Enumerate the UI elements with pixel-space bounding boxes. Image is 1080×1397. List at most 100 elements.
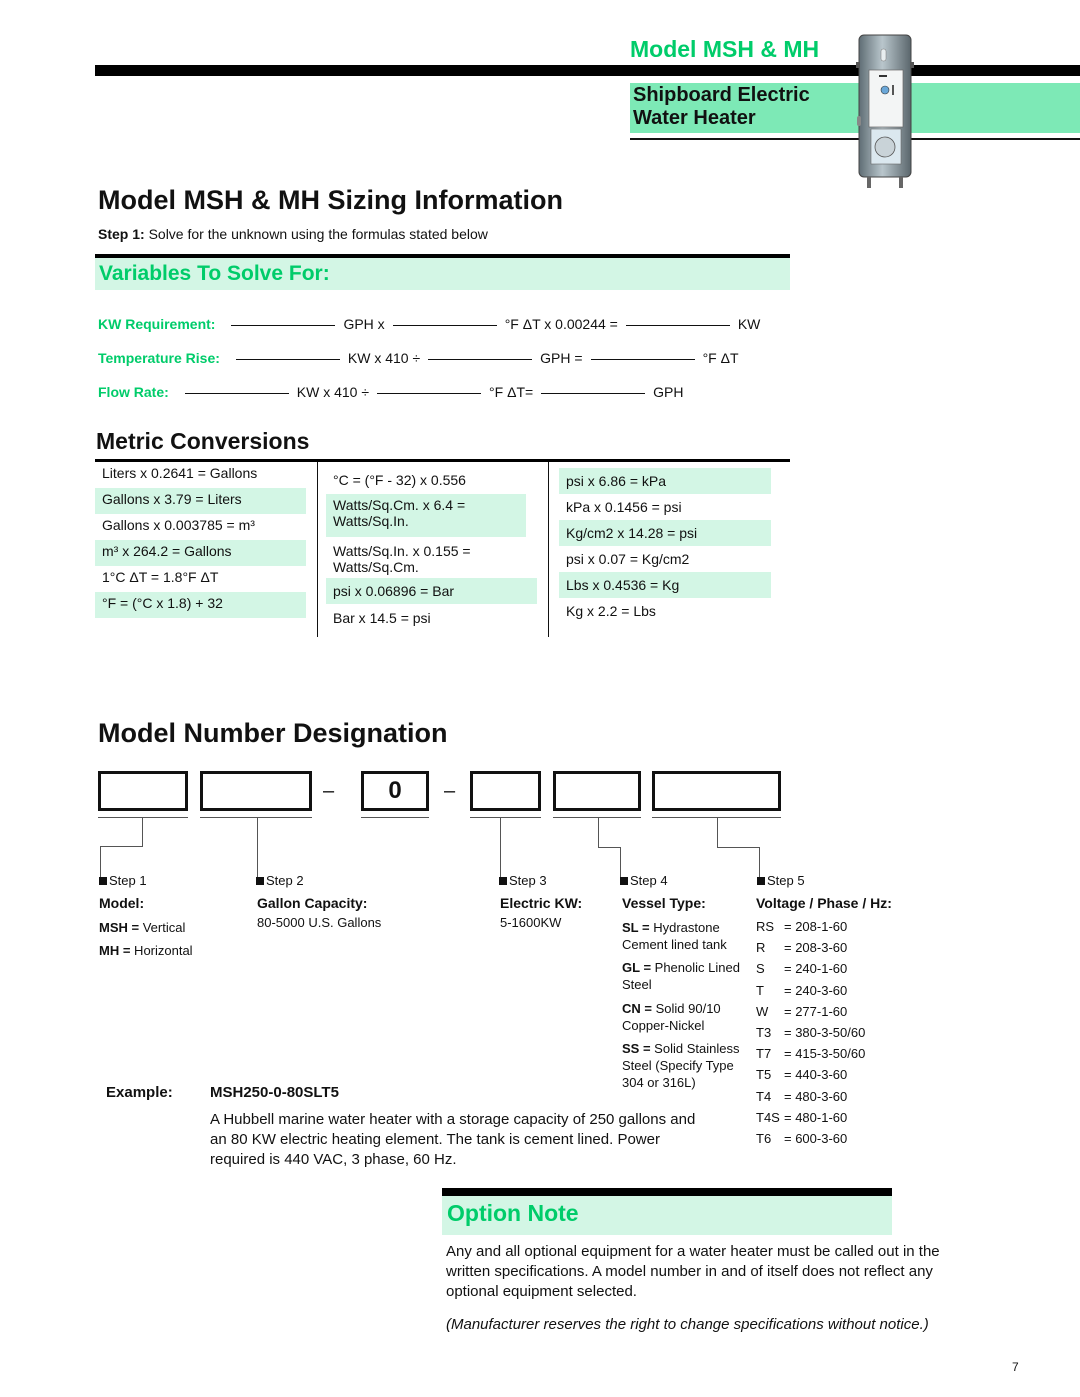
option-code: SS [622, 1041, 640, 1056]
subtitle-line-2: Water Heater [633, 107, 756, 129]
connector-line [142, 818, 143, 846]
model-box-step5[interactable] [652, 771, 781, 811]
option-desc: Vertical [139, 920, 186, 935]
step-text: Step 2 [266, 873, 304, 888]
voltage-heading: Voltage / Phase / Hz: [756, 895, 892, 911]
option-code: MSH [99, 920, 128, 935]
option-desc: Horizontal [130, 943, 193, 958]
subtitle-line-1: Shipboard Electric [633, 84, 810, 106]
voltage-value: = 480-1-60 [784, 1109, 848, 1125]
metric-conversions-title: Metric Conversions [96, 428, 310, 454]
conversion-row: Liters x 0.2641 = Gallons [102, 465, 258, 481]
voltage-value: = 240-1-60 [784, 961, 848, 977]
voltage-option: R = 208-3-60 [756, 940, 847, 955]
step1-text: Solve for the unknown using the formulas… [144, 226, 488, 242]
voltage-code: T3 [756, 1025, 772, 1040]
model-box-fixed-zero: 0 [361, 771, 429, 811]
conversion-row: Watts/Sq.Cm. x 6.4 = Watts/Sq.In. [326, 494, 526, 537]
voltage-option: RS = 208-1-60 [756, 919, 847, 934]
step-text: Step 5 [767, 873, 805, 888]
voltage-option: S = 240-1-60 [756, 961, 847, 976]
electric-range: 5-1600KW [500, 915, 562, 930]
conversion-row: kPa x 0.1456 = psi [566, 499, 682, 515]
option-code: GL [622, 960, 640, 975]
voltage-option: T5 = 440-3-60 [756, 1067, 847, 1082]
formula-kw-requirement: KW Requirement: GPH x °F ΔT x 0.00244 = … [98, 316, 760, 332]
formula-text: GPH x [343, 316, 385, 332]
formula-text: °F ΔT x 0.00244 = [504, 316, 618, 332]
model-box-step4[interactable] [553, 771, 641, 811]
conversion-row: °F = (°C x 1.8) + 32 [95, 592, 306, 618]
metric-column-3: psi x 6.86 = kPa kPa x 0.1456 = psi Kg/c… [548, 462, 791, 637]
formula-text: °F ΔT= [489, 384, 534, 400]
example-label: Example: [106, 1084, 173, 1101]
model-box-step3[interactable] [470, 771, 541, 811]
formula-label: KW Requirement: [98, 316, 216, 332]
model-heading: Model: [99, 895, 145, 911]
voltage-option: T7 = 415-3-50/60 [756, 1046, 865, 1061]
vessel-option-ss: SS = Solid Stainless Steel (Specify Type 3… [622, 1041, 740, 1090]
conversion-row: psi x 0.07 = Kg/cm2 [566, 551, 690, 567]
option-desc: 304 or 316L) [622, 1075, 696, 1090]
conversion-row: Gallons x 3.79 = Liters [95, 488, 306, 514]
square-bullet-icon [757, 877, 765, 885]
square-bullet-icon [499, 877, 507, 885]
formula-text: KW x 410 ÷ [347, 350, 421, 366]
conversion-row: psi x 6.86 = kPa [559, 468, 771, 494]
voltage-code: RS [756, 919, 775, 934]
conversion-row: Kg x 2.2 = Lbs [566, 603, 656, 619]
option-desc: Steel (Specify Type [622, 1058, 734, 1073]
example-model-number: MSH250-0-80SLT5 [210, 1084, 339, 1101]
square-bullet-icon [99, 877, 107, 885]
formula-label: Temperature Rise: [98, 350, 220, 366]
option-desc: Cement lined tank [622, 937, 727, 952]
conversion-row: psi x 0.06896 = Bar [326, 578, 537, 604]
conversion-row: Bar x 14.5 = psi [333, 610, 431, 626]
step-text: Step 3 [509, 873, 547, 888]
metric-column-1: Liters x 0.2641 = Gallons Gallons x 3.79… [95, 462, 317, 618]
voltage-value: = 240-3-60 [784, 982, 848, 998]
blank-field[interactable] [428, 358, 533, 360]
voltage-value: = 480-3-60 [784, 1088, 848, 1104]
model-box-step1[interactable] [98, 771, 188, 811]
option-note-title: Option Note [447, 1200, 579, 1226]
blank-field[interactable] [392, 324, 497, 326]
dash-separator: – [444, 780, 456, 802]
connector-line [598, 818, 599, 847]
water-heater-illustration-icon [856, 34, 914, 188]
model-option-msh: MSH = Vertical [99, 920, 186, 935]
blank-field[interactable] [231, 324, 336, 326]
underline [98, 817, 188, 818]
conversion-row: Kg/cm2 x 14.28 = psi [559, 520, 771, 546]
connector-line [717, 847, 759, 848]
conversion-row: m³ x 264.2 = Gallons [95, 540, 306, 566]
product-subtitle: Shipboard Electric Water Heater [633, 84, 810, 130]
model-box-step2[interactable] [200, 771, 312, 811]
option-desc: Solid 90/10 [652, 1001, 721, 1016]
square-bullet-icon [256, 877, 264, 885]
blank-field[interactable] [541, 392, 646, 394]
blank-field[interactable] [235, 358, 340, 360]
voltage-value: = 277-1-60 [784, 1003, 848, 1019]
step-label-1: Step 1 [99, 873, 147, 888]
step-label-2: Step 2 [256, 873, 304, 888]
vessel-option-gl: GL = Phenolic Lined Steel [622, 960, 740, 992]
voltage-value: = 208-1-60 [784, 919, 848, 934]
step-label-3: Step 3 [499, 873, 547, 888]
vessel-option-cn: CN = Solid 90/10 Copper-Nickel [622, 1001, 721, 1033]
capacity-range: 80-5000 U.S. Gallons [257, 915, 382, 930]
voltage-code: W [756, 1003, 769, 1019]
blank-field[interactable] [377, 392, 482, 394]
dash-separator: – [323, 780, 335, 802]
voltage-code: T4S [756, 1109, 780, 1125]
blank-field[interactable] [590, 358, 695, 360]
blank-field[interactable] [184, 392, 289, 394]
model-number-title: Model Number Designation [98, 718, 448, 748]
connector-line [598, 847, 620, 848]
step-label-4: Step 4 [620, 873, 668, 888]
step-label-5: Step 5 [757, 873, 805, 888]
option-code: MH [99, 943, 120, 958]
voltage-code: T5 [756, 1067, 772, 1083]
voltage-option: T3 = 380-3-50/60 [756, 1025, 865, 1040]
blank-field[interactable] [625, 324, 730, 326]
